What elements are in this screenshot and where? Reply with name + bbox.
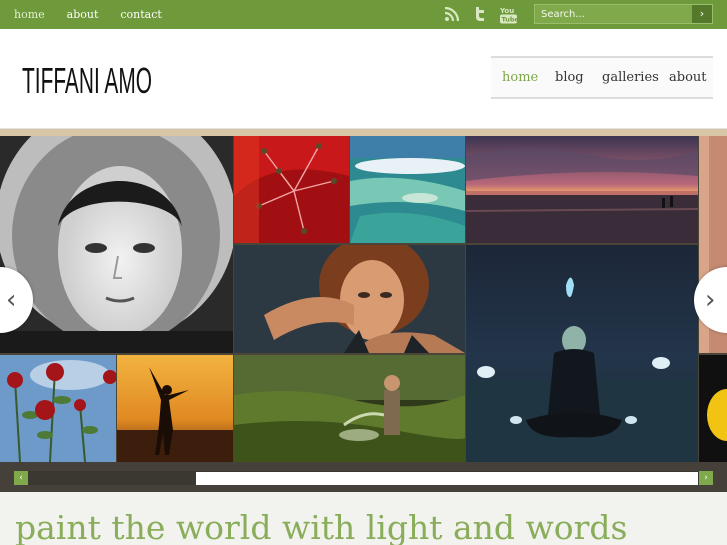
search-input[interactable] [535,5,703,23]
svg-text:Tube: Tube [502,16,519,24]
search-box: › [534,4,713,24]
slider-photo[interactable] [699,355,727,462]
tagline-section: paint the world with light and words [0,492,727,545]
svg-text:TIFFANI AMO: TIFFANI AMO [22,60,152,99]
rss-icon[interactable] [444,6,462,23]
top-link-contact[interactable]: contact [120,8,161,21]
search-submit-button[interactable]: › [692,5,712,23]
twitter-icon[interactable] [472,6,490,23]
top-bar: home about contact YouTube › [0,0,727,29]
nav-galleries[interactable]: galleries [602,70,659,85]
chevron-right-icon: › [705,285,716,315]
slider-photo[interactable] [234,136,349,243]
slider-photo[interactable] [466,245,698,462]
svg-text:You: You [500,7,514,15]
scroll-right-button[interactable]: › [699,471,713,485]
chevron-right-icon: › [704,473,708,483]
top-links: home about contact [14,0,184,29]
chevron-right-icon: › [699,7,705,20]
chevron-left-icon: ‹ [19,473,23,483]
slider-photo[interactable] [234,355,465,462]
slider-photo[interactable] [466,136,698,243]
site-logo[interactable]: TIFFANI AMO [22,53,162,103]
chevron-left-icon: ‹ [6,285,17,315]
tagline: paint the world with light and words [15,508,628,545]
main-nav: home blog galleries about [491,56,713,99]
slider-photo[interactable] [117,355,233,462]
social-icons: You Tube [444,6,520,24]
nav-home[interactable]: home [502,70,538,85]
top-link-home[interactable]: home [14,8,45,21]
photo-slider [0,129,727,492]
slider-photo[interactable] [0,136,233,353]
slider-photo[interactable] [350,136,465,243]
scroll-left-button[interactable]: ‹ [14,471,28,485]
youtube-icon[interactable]: You Tube [499,6,520,24]
top-link-about[interactable]: about [67,8,99,21]
nav-blog[interactable]: blog [555,70,584,85]
slider-photo[interactable] [0,355,116,462]
slider-photo[interactable] [234,245,465,353]
nav-about[interactable]: about [669,70,707,85]
slider-top-strip [0,129,727,136]
scroll-thumb[interactable] [196,472,698,485]
